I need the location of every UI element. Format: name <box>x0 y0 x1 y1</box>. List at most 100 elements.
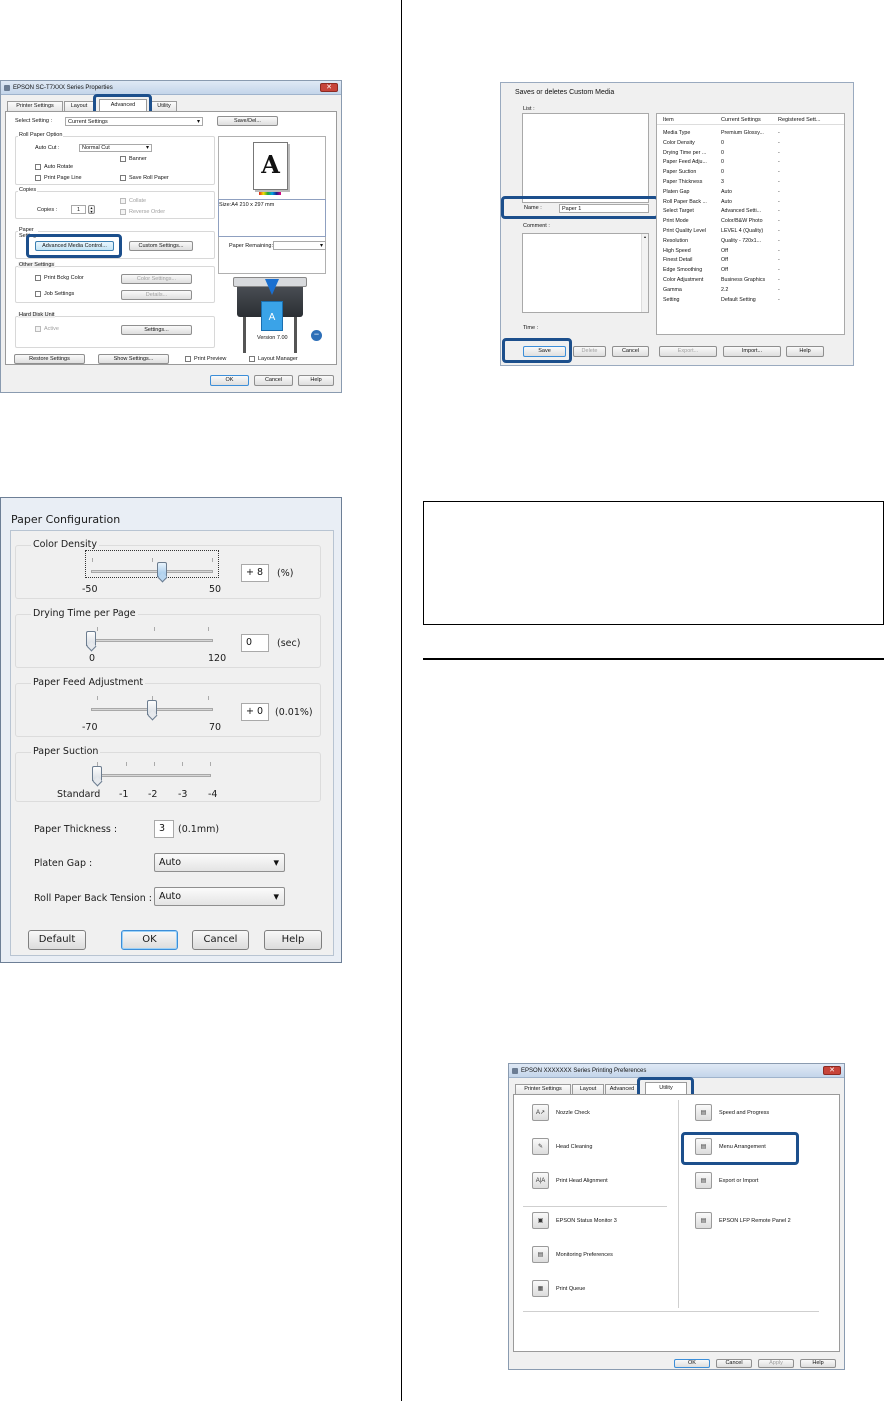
hd-settings-button[interactable]: Settings... <box>121 325 192 335</box>
table-cell-item: Drying Time per ... <box>663 149 707 156</box>
apply-button[interactable]: Apply <box>758 1359 794 1368</box>
auto-cut-dropdown[interactable]: Normal Cut <box>79 144 152 152</box>
cancel-button[interactable]: Cancel <box>716 1359 752 1368</box>
paper-suction-slider[interactable] <box>92 766 102 781</box>
tab-printer-settings[interactable]: Printer Settings <box>515 1084 571 1094</box>
suction-tick-label: Standard <box>57 789 101 800</box>
printer-icon <box>4 85 10 91</box>
help-button[interactable]: Help <box>800 1359 836 1368</box>
ok-button[interactable]: OK <box>210 375 249 386</box>
roll-paper-option-label: Roll Paper Option <box>18 132 64 138</box>
advanced-tab-screenshot: EPSON SC-T7XXX Series Properties ✕ Print… <box>0 80 342 393</box>
tab-advanced[interactable]: Advanced <box>605 1084 639 1094</box>
reverse-order-checkbox[interactable] <box>120 209 126 215</box>
save-del-button[interactable]: Save/Del... <box>217 116 278 126</box>
copies-stepper[interactable]: ▴ ▾ <box>88 205 95 214</box>
window-title: EPSON SC-T7XXX Series Properties <box>13 85 113 91</box>
auto-rotate-checkbox[interactable] <box>35 164 41 170</box>
platen-gap-label: Platen Gap : <box>34 858 93 869</box>
default-button[interactable]: Default <box>28 930 86 950</box>
comment-textarea[interactable] <box>522 233 649 313</box>
tab-layout[interactable]: Layout <box>64 101 94 111</box>
utility-item-label[interactable]: EPSON LFP Remote Panel 2 <box>719 1218 791 1224</box>
utility-item-label[interactable]: Print Queue <box>556 1286 585 1292</box>
platen-gap-dropdown[interactable]: Auto <box>154 853 285 872</box>
paper-remaining-dropdown[interactable] <box>273 241 326 250</box>
color-settings-button[interactable]: Color Settings... <box>121 274 192 284</box>
info-minus-icon[interactable]: − <box>311 330 322 341</box>
banner-label: Banner <box>129 156 147 162</box>
paper-feed-slider[interactable] <box>147 700 157 715</box>
help-button[interactable]: Help <box>786 346 824 357</box>
restore-settings-button[interactable]: Restore Settings <box>14 354 85 364</box>
suction-tick-label: -2 <box>148 789 158 800</box>
table-cell-item: Print Quality Level <box>663 228 706 234</box>
media-list[interactable] <box>522 113 649 203</box>
close-icon[interactable]: ✕ <box>823 1066 841 1075</box>
utility-item-label[interactable]: Export or Import <box>719 1178 758 1184</box>
color-density-input[interactable]: + 8 <box>241 564 269 582</box>
cancel-button[interactable]: Cancel <box>254 375 293 386</box>
suction-tick-label: -1 <box>119 789 129 800</box>
banner-checkbox[interactable] <box>120 156 126 162</box>
cancel-button[interactable]: Cancel <box>192 930 249 950</box>
drying-time-input[interactable]: 0 <box>241 634 269 652</box>
table-cell-registered: - <box>778 237 780 244</box>
ok-button[interactable]: OK <box>121 930 178 950</box>
save-roll-paper-checkbox[interactable] <box>120 175 126 181</box>
slider-tick <box>154 762 155 766</box>
cancel-button[interactable]: Cancel <box>612 346 649 357</box>
show-settings-button[interactable]: Show Settings... <box>98 354 169 364</box>
comment-scrollbar[interactable]: ▴ <box>641 234 648 312</box>
export-button[interactable]: Export... <box>659 346 717 357</box>
tab-printer-settings[interactable]: Printer Settings <box>7 101 63 111</box>
delete-button[interactable]: Delete <box>573 346 606 357</box>
close-icon[interactable]: ✕ <box>320 83 338 92</box>
utility-item-icon[interactable]: ▦ <box>532 1280 549 1297</box>
paper-feed-input[interactable]: + 0 <box>241 703 269 721</box>
layout-manager-checkbox[interactable] <box>249 356 255 362</box>
active-checkbox[interactable] <box>35 326 41 332</box>
collate-checkbox[interactable] <box>120 198 126 204</box>
utility-item-icon[interactable]: ▤ <box>532 1246 549 1263</box>
paper-size-text: Size:A4 210 x 297 mm <box>219 202 275 208</box>
utility-item-icon[interactable]: ▤ <box>695 1212 712 1229</box>
help-button[interactable]: Help <box>264 930 322 950</box>
utility-item-label[interactable]: Head Cleaning <box>556 1144 592 1150</box>
details-button[interactable]: Details... <box>121 290 192 300</box>
roll-paper-back-tension-dropdown[interactable]: Auto <box>154 887 285 906</box>
utility-item-icon[interactable]: ▤ <box>695 1104 712 1121</box>
utility-item-label[interactable]: Speed and Progress <box>719 1110 769 1116</box>
utility-item-icon[interactable]: ✎ <box>532 1138 549 1155</box>
utility-item-icon[interactable]: A|A <box>532 1172 549 1189</box>
utility-item-label[interactable]: EPSON Status Monitor 3 <box>556 1218 617 1224</box>
utility-item-label[interactable]: Nozzle Check <box>556 1110 590 1116</box>
drying-time-slider[interactable] <box>86 631 96 646</box>
custom-settings-button[interactable]: Custom Settings... <box>129 241 193 251</box>
utility-item-icon[interactable]: ▤ <box>695 1172 712 1189</box>
tab-utility[interactable]: Utility <box>151 101 177 111</box>
import-button[interactable]: Import... <box>723 346 781 357</box>
column-divider <box>678 1100 679 1308</box>
suction-tick-label: -3 <box>178 789 188 800</box>
paper-thickness-input[interactable]: 3 <box>154 820 174 838</box>
color-density-unit: (%) <box>277 568 294 579</box>
tab-layout[interactable]: Layout <box>572 1084 604 1094</box>
ok-button[interactable]: OK <box>674 1359 710 1368</box>
print-preview-checkbox[interactable] <box>185 356 191 362</box>
copies-input[interactable]: 1 <box>71 205 86 214</box>
utility-item-label[interactable]: Print Head Alignment <box>556 1178 608 1184</box>
utility-item-label[interactable]: Monitoring Preferences <box>556 1252 613 1258</box>
print-bckg-color-checkbox[interactable] <box>35 275 41 281</box>
utility-item-icon[interactable]: ▣ <box>532 1212 549 1229</box>
job-settings-checkbox[interactable] <box>35 291 41 297</box>
suction-tick-label: -4 <box>208 789 218 800</box>
select-setting-dropdown[interactable]: Current Settings <box>65 117 203 126</box>
collate-label: Collate <box>129 198 147 204</box>
print-page-line-checkbox[interactable] <box>35 175 41 181</box>
utility-item-icon[interactable]: A↗ <box>532 1104 549 1121</box>
help-button[interactable]: Help <box>298 375 334 386</box>
color-density-slider[interactable] <box>156 562 167 577</box>
table-cell-item: Paper Thickness <box>663 179 703 185</box>
table-cell-registered: - <box>778 277 780 283</box>
